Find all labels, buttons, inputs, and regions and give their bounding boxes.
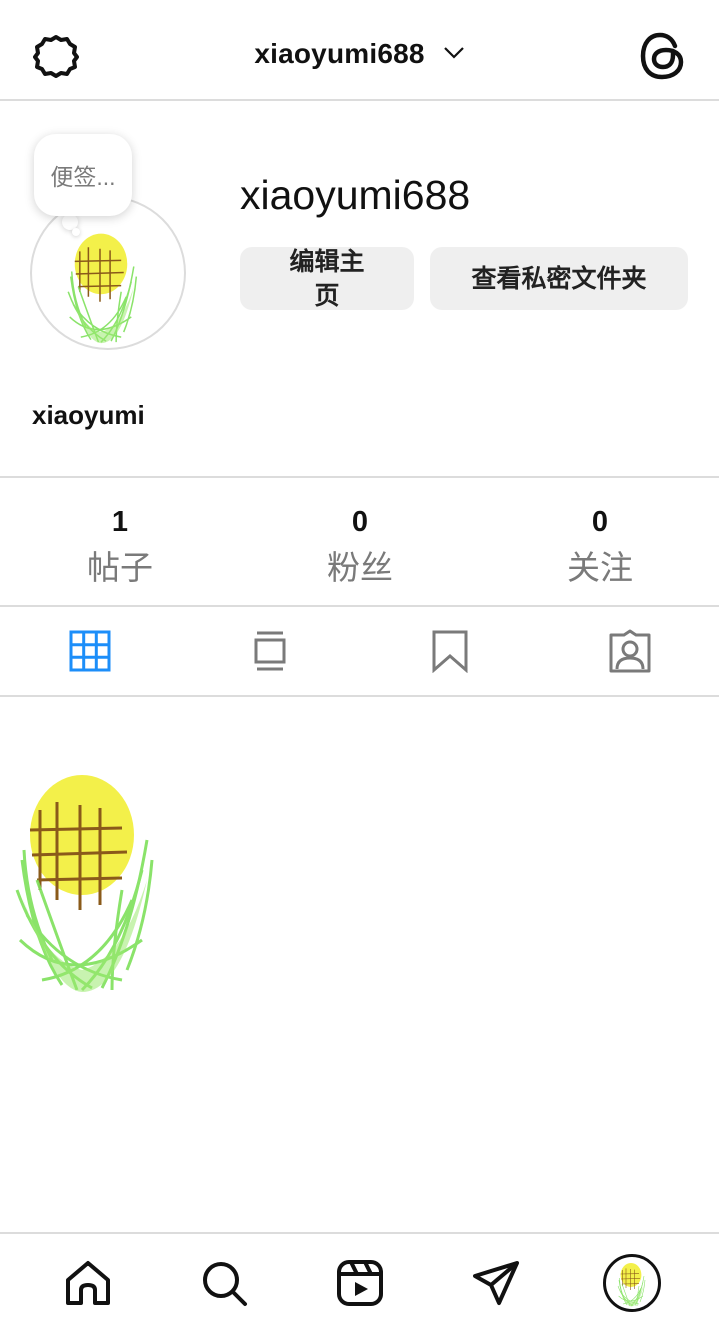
corn-nav-avatar-image	[615, 1256, 647, 1308]
direct-message-icon[interactable]	[471, 1258, 521, 1308]
reels-icon[interactable]	[335, 1258, 385, 1308]
tagged-icon[interactable]	[608, 629, 652, 673]
profile-avatar-icon[interactable]	[603, 1254, 661, 1312]
stat-posts-value: 1	[111, 506, 129, 538]
view-private-folder-button[interactable]: 查看私密文件夹	[430, 247, 688, 310]
note-bubble[interactable]: 便签...	[34, 134, 132, 216]
grid-icon[interactable]	[68, 629, 112, 673]
corn-avatar-image	[60, 216, 142, 347]
profile-stats: 1 帖子 0 粉丝 0 关注	[0, 476, 719, 607]
profile-username: xiaoyumi688	[240, 172, 471, 218]
bottom-navigation	[0, 1232, 719, 1327]
feed-icon[interactable]	[248, 629, 292, 673]
note-bubble-tail-small	[72, 228, 80, 236]
bookmark-icon[interactable]	[428, 629, 472, 673]
display-name: xiaoyumi	[32, 400, 145, 430]
threads-icon[interactable]	[638, 30, 688, 82]
stat-posts[interactable]: 1 帖子	[0, 478, 240, 589]
header-username: xiaoyumi688	[254, 38, 425, 69]
stat-following-label: 关注	[567, 549, 633, 586]
stat-following[interactable]: 0 关注	[480, 478, 719, 589]
edit-profile-button[interactable]: 编辑主页	[240, 247, 414, 310]
stat-followers[interactable]: 0 粉丝	[240, 478, 480, 589]
stat-followers-value: 0	[351, 506, 369, 538]
search-icon[interactable]	[199, 1258, 249, 1308]
top-bar: xiaoyumi688	[0, 0, 719, 101]
account-switcher[interactable]: xiaoyumi688	[0, 38, 719, 70]
content-tabs	[0, 607, 719, 697]
stat-followers-label: 粉丝	[327, 549, 393, 586]
stat-posts-label: 帖子	[87, 549, 153, 586]
stat-following-value: 0	[591, 506, 609, 538]
chevron-down-icon	[443, 46, 464, 59]
post-thumbnail[interactable]	[2, 740, 162, 1000]
profile-avatar[interactable]	[30, 196, 186, 350]
note-text: 便签...	[50, 164, 116, 190]
home-icon[interactable]	[63, 1258, 113, 1308]
